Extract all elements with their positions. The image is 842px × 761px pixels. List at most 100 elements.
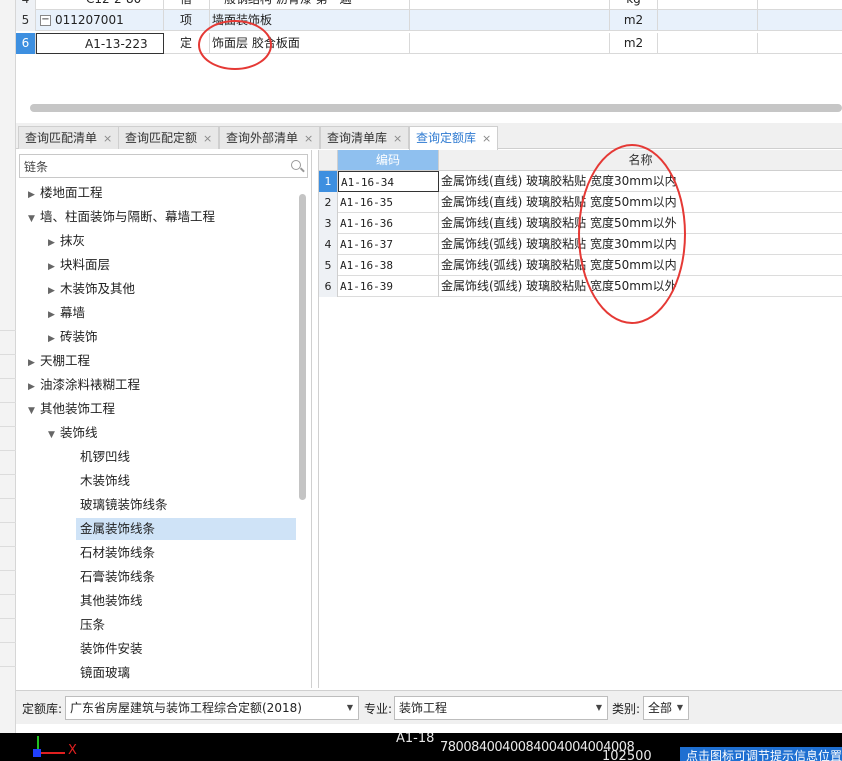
expand-arrow-icon[interactable]: ▶ [48,256,60,278]
tree-item[interactable]: ▶ 抹灰 [48,230,85,252]
table-row[interactable]: 5 −011207001 项 墙面装饰板 m2 [16,10,842,31]
row-number: 3 [319,213,338,234]
filter-bar: 定额库: 广东省房屋建筑与装饰工程综合定额(2018) ▼ 专业: 装饰工程 ▼ 类… [16,690,842,724]
collapse-arrow-icon[interactable]: ▼ [28,400,40,422]
quota-code[interactable]: A1-16-35 [338,192,439,213]
expand-arrow-icon[interactable]: ▶ [48,304,60,326]
item-name: 墙面装饰板 [210,10,410,31]
tree-item[interactable]: ▶ 楼地面工程 [28,182,103,204]
tree-search-box[interactable] [19,154,308,178]
quota-name[interactable]: 金属饰线(弧线) 玻璃胶粘贴 宽度30mm以内 [439,234,842,255]
axis-origin-icon [33,749,41,757]
quota-name[interactable]: 金属饰线(直线) 玻璃胶粘贴 宽度30mm以内 [439,171,842,192]
table-row[interactable]: 4 C12-2-80 借 一般钢结构 沥青漆 第一遍 kg [16,0,842,10]
close-icon[interactable]: × [304,132,313,145]
tree-leaf-item[interactable]: 机锣凹线 [80,446,130,468]
category-select[interactable]: 全部 ▼ [643,696,689,720]
close-icon[interactable]: × [482,132,491,145]
quota-code[interactable]: A1-16-36 [338,213,439,234]
row-number: 2 [319,192,338,213]
collapse-toggle-icon[interactable]: − [40,15,51,26]
bill-items-table: 4 C12-2-80 借 一般钢结构 沥青漆 第一遍 kg 5 −0112070… [16,0,842,118]
tree-leaf-item[interactable]: 压条 [80,614,105,636]
axis-x-icon [37,752,65,754]
chevron-down-icon: ▼ [346,703,353,712]
search-input[interactable] [20,155,282,177]
table-row[interactable]: 3 A1-16-36 金属饰线(直线) 玻璃胶粘贴 宽度50mm以外 [319,213,842,234]
expand-arrow-icon[interactable]: ▶ [28,352,40,374]
quota-grid: 编码 名称 1 A1-16-34 金属饰线(直线) 玻璃胶粘贴 宽度30mm以内… [318,150,842,688]
quota-name[interactable]: 金属饰线(弧线) 玻璃胶粘贴 宽度50mm以内 [439,255,842,276]
column-header-code[interactable]: 编码 [338,150,439,171]
item-code: C12-2-80 [36,0,164,10]
library-select[interactable]: 广东省房屋建筑与装饰工程综合定额(2018) ▼ [65,696,359,720]
close-icon[interactable]: × [203,132,212,145]
item-unit: m2 [610,33,658,54]
tree-item[interactable]: ▶ 块料面层 [48,254,110,276]
tree-leaf-item[interactable]: 木装饰线 [80,470,130,492]
tab-match-list[interactable]: 查询匹配清单 × [18,126,120,149]
grid-corner [319,150,338,171]
tab-quota-library[interactable]: 查询定额库 × [409,126,499,150]
table-row[interactable]: 2 A1-16-35 金属饰线(直线) 玻璃胶粘贴 宽度50mm以内 [319,192,842,213]
tree-leaf-item[interactable]: 石材装饰线条 [80,542,155,564]
table-row[interactable]: 5 A1-16-38 金属饰线(弧线) 玻璃胶粘贴 宽度50mm以内 [319,255,842,276]
left-edge-strip [0,0,16,733]
tab-external-list[interactable]: 查询外部清单 × [219,126,321,149]
tab-match-quota[interactable]: 查询匹配定额 × [118,126,220,149]
quota-name[interactable]: 金属饰线(直线) 玻璃胶粘贴 宽度50mm以外 [439,213,842,234]
expand-arrow-icon[interactable]: ▶ [28,376,40,398]
horizontal-scrollbar[interactable] [30,104,842,112]
expand-arrow-icon[interactable]: ▶ [48,232,60,254]
item-type: 借 [164,0,210,10]
close-icon[interactable]: × [103,132,112,145]
expand-arrow-icon[interactable]: ▶ [28,184,40,206]
quota-name[interactable]: 金属饰线(弧线) 玻璃胶粘贴 宽度50mm以外 [439,276,842,297]
row-number: 4 [16,0,36,10]
quota-code[interactable]: A1-16-39 [338,276,439,297]
tree-scrollbar[interactable] [299,194,306,500]
collapse-arrow-icon[interactable]: ▼ [48,424,60,446]
table-row[interactable]: 1 A1-16-34 金属饰线(直线) 玻璃胶粘贴 宽度30mm以内 [319,171,842,192]
quota-code[interactable]: A1-16-34 [338,171,439,192]
tree-item[interactable]: ▶ 砖装饰 [48,326,98,348]
tree-item[interactable]: ▼ 装饰线 [48,422,98,444]
table-row[interactable]: 6 A1-13-223 定 饰面层 胶合板面 m2 [16,33,842,54]
category-tree-panel: ▶楼地面工程 ▼墙、柱面装饰与隔断、幕墙工程 ▶抹灰 ▶块料面层 ▶木装饰及其他… [16,150,312,688]
tree-item[interactable]: ▶ 幕墙 [48,302,85,324]
quota-code[interactable]: A1-16-37 [338,234,439,255]
item-type: 定 [164,33,210,54]
item-code[interactable]: A1-13-223 [36,33,164,54]
quota-code[interactable]: A1-16-38 [338,255,439,276]
tree-item[interactable]: ▶ 木装饰及其他 [48,278,135,300]
table-row[interactable]: 6 A1-16-39 金属饰线(弧线) 玻璃胶粘贴 宽度50mm以外 [319,276,842,297]
expand-arrow-icon[interactable]: ▶ [48,280,60,302]
hint-tooltip[interactable]: 点击图标可调节提示信息位置 [680,747,842,761]
tree-leaf-item[interactable]: 其他装饰线 [80,590,143,612]
specialty-select[interactable]: 装饰工程 ▼ [394,696,608,720]
expand-arrow-icon[interactable]: ▶ [48,328,60,350]
column-header-name[interactable]: 名称 [439,150,842,171]
item-code: 011207001 [55,13,124,27]
search-icon[interactable] [291,160,301,170]
specialty-label: 专业: [364,702,393,716]
row-number: 6 [16,33,36,54]
tree-leaf-item[interactable]: 玻璃镜装饰线条 [80,494,168,516]
tree-leaf-item[interactable]: 装饰件安装 [80,638,143,660]
chevron-down-icon: ▼ [595,703,602,712]
row-number: 5 [319,255,338,276]
tree-item[interactable]: ▶ 油漆涂料裱糊工程 [28,374,140,396]
table-row[interactable]: 4 A1-16-37 金属饰线(弧线) 玻璃胶粘贴 宽度30mm以内 [319,234,842,255]
item-type: 项 [164,10,210,31]
tree-item[interactable]: ▼ 其他装饰工程 [28,398,115,420]
tree-item[interactable]: ▼ 墙、柱面装饰与隔断、幕墙工程 [28,206,215,228]
tree-leaf-item[interactable]: 镜面玻璃 [80,662,130,684]
quota-name[interactable]: 金属饰线(直线) 玻璃胶粘贴 宽度50mm以内 [439,192,842,213]
collapse-arrow-icon[interactable]: ▼ [28,208,40,230]
tab-list-library[interactable]: 查询清单库 × [320,126,410,149]
tree-leaf-item[interactable]: 石膏装饰线条 [80,566,155,588]
item-unit: m2 [610,10,658,31]
tree-item[interactable]: ▶ 天棚工程 [28,350,90,372]
tree-leaf-item-selected[interactable]: 金属装饰线条 [76,518,296,540]
close-icon[interactable]: × [393,132,402,145]
